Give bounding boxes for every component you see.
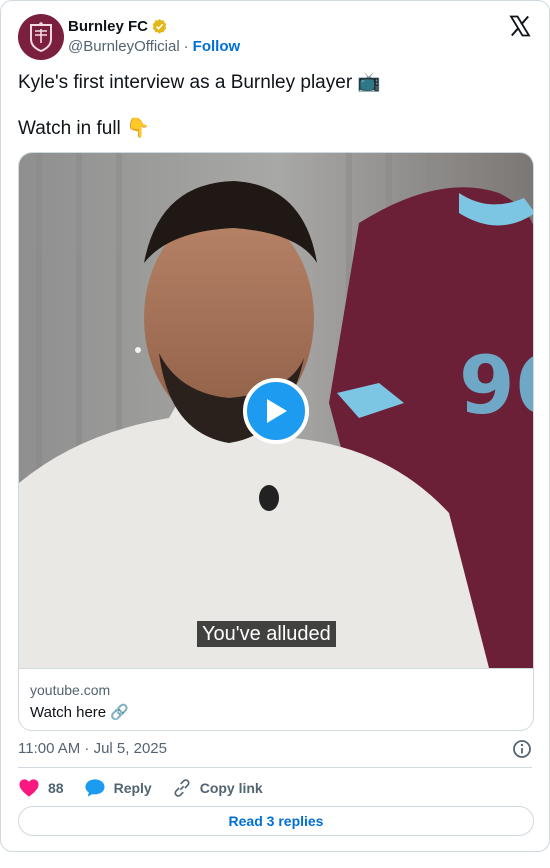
- copy-link-label: Copy link: [199, 780, 263, 796]
- divider: [18, 767, 532, 768]
- link-icon: 🔗: [110, 704, 129, 721]
- svg-text:96: 96: [459, 339, 534, 432]
- tweet-timestamp[interactable]: 11:00 AM · Jul 5, 2025: [18, 740, 167, 757]
- video-thumbnail[interactable]: 96 You've alluded: [19, 153, 534, 668]
- play-icon: [267, 399, 287, 423]
- reply-label: Reply: [113, 780, 152, 796]
- link-info[interactable]: youtube.com Watch here 🔗: [19, 668, 533, 730]
- link-title-text: Watch here: [30, 703, 107, 721]
- play-button[interactable]: [243, 378, 309, 444]
- heart-icon: [19, 779, 39, 797]
- link-preview-card[interactable]: 96 You've alluded youtube.com Watch here…: [18, 152, 534, 731]
- x-logo-icon[interactable]: [508, 14, 532, 38]
- read-replies-button[interactable]: Read 3 replies: [18, 806, 534, 836]
- tweet-text-line-2: Watch in full 👇: [18, 118, 150, 139]
- speech-bubble-icon: [85, 779, 105, 797]
- link-title: Watch here 🔗: [30, 703, 129, 722]
- display-name[interactable]: Burnley FC: [68, 18, 148, 35]
- handle[interactable]: @BurnleyOfficial: [68, 38, 180, 55]
- action-bar: 88 Reply Copy link: [18, 776, 283, 800]
- tweet-card: Burnley FC @BurnleyOfficial · Follow Kyl…: [0, 0, 550, 852]
- handle-row: @BurnleyOfficial · Follow: [68, 38, 240, 55]
- separator: ·: [183, 38, 189, 55]
- tweet-text-line-1: Kyle's first interview as a Burnley play…: [18, 72, 382, 93]
- link-chain-icon: [174, 779, 190, 797]
- name-row: Burnley FC: [68, 18, 168, 35]
- like-button[interactable]: 88: [18, 778, 64, 798]
- tweet-header: Burnley FC @BurnleyOfficial · Follow: [18, 14, 532, 60]
- verified-badge-icon: [152, 19, 167, 34]
- reply-button[interactable]: Reply: [84, 778, 152, 798]
- club-crest-icon: [30, 22, 52, 53]
- link-domain: youtube.com: [30, 682, 111, 698]
- tweet-text: Kyle's first interview as a Burnley play…: [18, 71, 532, 163]
- video-caption: You've alluded: [197, 621, 336, 647]
- info-icon[interactable]: [512, 739, 532, 759]
- avatar[interactable]: [18, 14, 64, 60]
- copy-link-button[interactable]: Copy link: [172, 778, 263, 798]
- like-count: 88: [48, 780, 64, 796]
- follow-button[interactable]: Follow: [193, 38, 241, 55]
